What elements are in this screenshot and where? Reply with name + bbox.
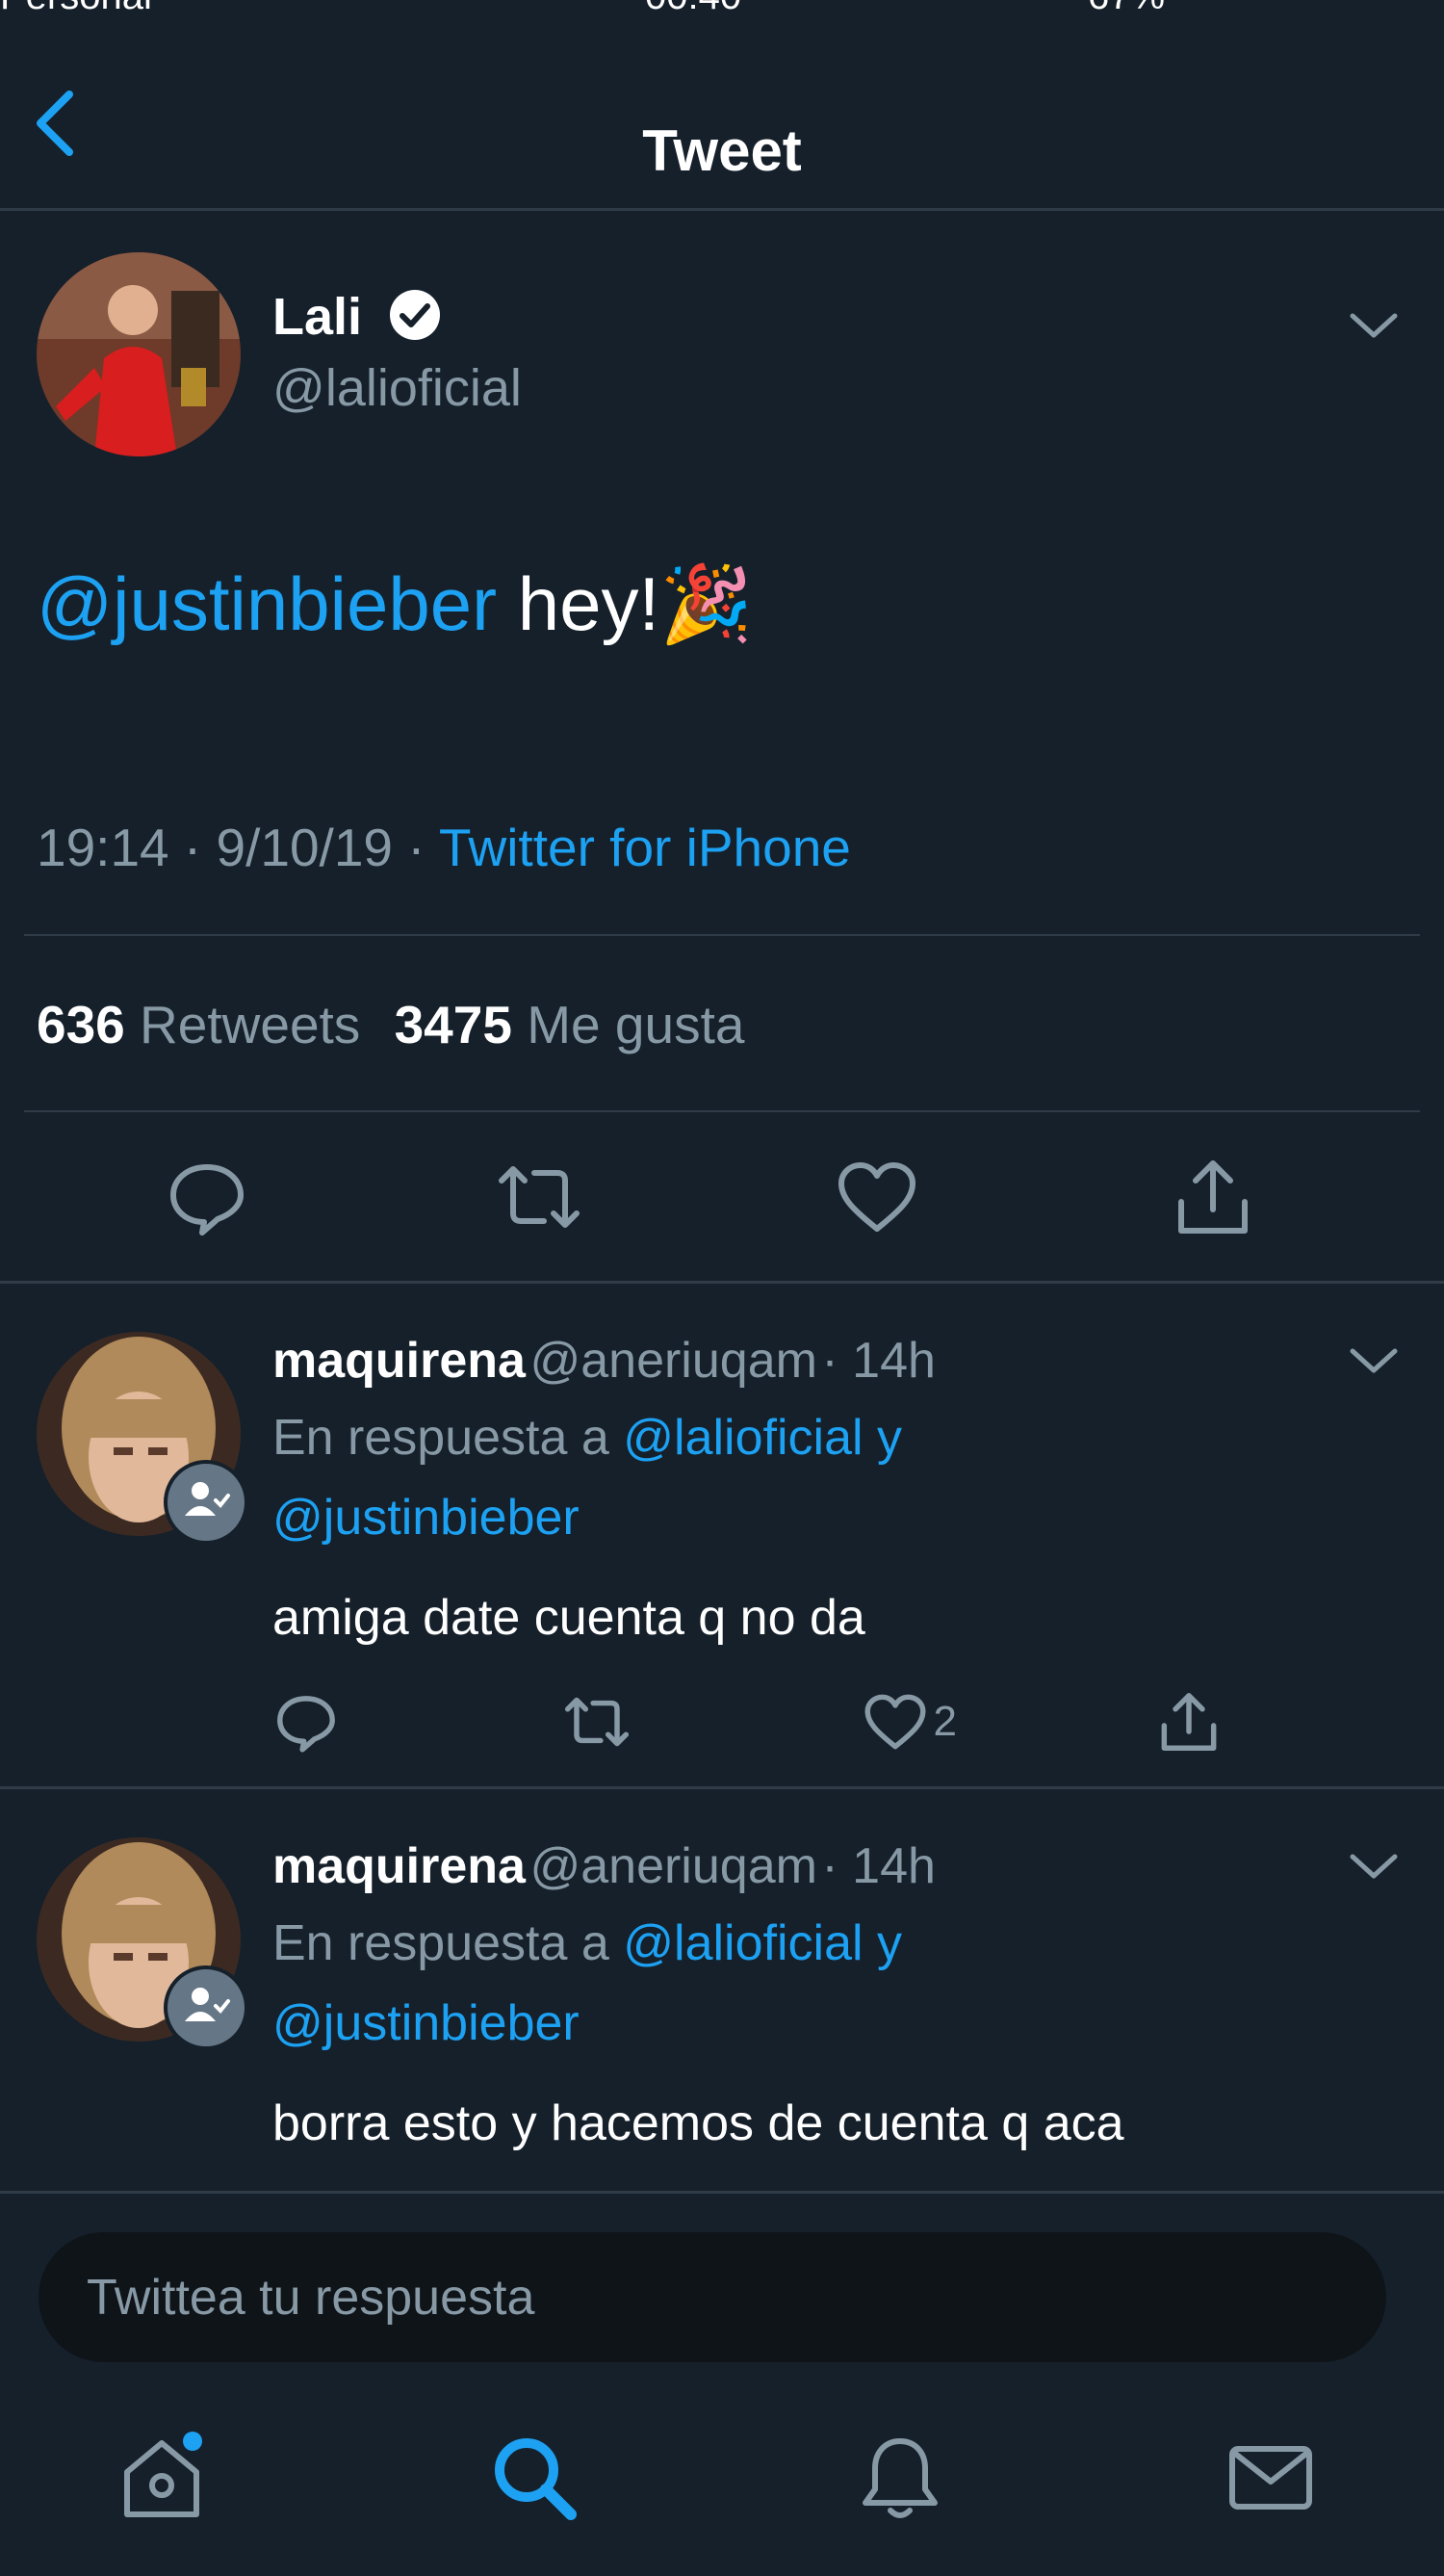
reply-like-button[interactable]: 2 [862,1688,957,1756]
reply-context-link-1[interactable]: @lalioficial y [623,1915,902,1971]
tweet-text: hey!🎉 [517,561,754,646]
retweet-button[interactable] [496,1154,582,1240]
likes-label[interactable]: Me gusta [527,995,744,1054]
tab-notifications[interactable] [852,2430,948,2526]
reply-reply-button[interactable] [272,1688,340,1756]
clock-label: 00:40 [645,0,741,18]
reply-time: · 14h [821,1838,936,1894]
reply-icon [170,1164,244,1236]
reply-button[interactable] [164,1154,250,1240]
reply-context-prefix: En respuesta a [272,1915,609,1971]
notifications-icon [863,2438,938,2518]
divider [24,934,1420,936]
tab-home[interactable] [114,2430,210,2526]
reply-item[interactable]: maquirena @aneriuqam · 14h En respuesta … [0,1284,1444,1784]
tweet-source-link[interactable]: Twitter for iPhone [439,818,851,877]
chevron-down-icon [1350,1854,1398,1879]
like-icon [838,1162,915,1232]
battery-label: 67% [1088,0,1165,18]
likes-count[interactable]: 3475 [395,995,512,1054]
like-button[interactable] [834,1154,920,1240]
reply-author-handle[interactable]: @aneriuqam [529,1838,817,1894]
follow-icon [185,1988,230,2021]
tweet-menu-button[interactable] [1345,306,1403,345]
reply-composer[interactable]: Twittea tu respuesta [39,2232,1386,2362]
reply-author-name[interactable]: maquirena [272,1838,526,1894]
nav-header: Tweet [0,39,1444,211]
share-icon [1178,1160,1248,1234]
reply-item[interactable]: maquirena @aneriuqam · 14h En respuesta … [0,1789,1444,2191]
share-button[interactable] [1170,1154,1256,1240]
follow-badge [164,1965,248,2050]
tweet-meta: 19:14 · 9/10/19 · Twitter for iPhone [37,817,851,878]
bottom-area: Twittea tu respuesta [0,2191,1444,2576]
reply-share-button[interactable] [1155,1688,1223,1756]
reply-menu-button[interactable] [1345,1847,1403,1886]
retweets-count[interactable]: 636 [37,995,125,1054]
author-avatar[interactable] [37,252,241,456]
status-bar: Personal 00:40 67% [0,0,1444,21]
reply-context: En respuesta a @lalioficial y [272,1409,902,1467]
reply-time: · 14h [821,1333,936,1389]
reply-retweet-button[interactable] [563,1688,631,1756]
page-title: Tweet [642,118,802,183]
reply-author-name[interactable]: maquirena [272,1333,526,1389]
follow-icon [185,1482,230,1516]
reply-context-prefix: En respuesta a [272,1410,609,1466]
reply-context-link-1[interactable]: @lalioficial y [623,1410,902,1466]
author-handle[interactable]: @lalioficial [272,358,522,418]
divider [24,1110,1420,1112]
messages-icon [1229,2446,1312,2510]
tweet-mention-link[interactable]: @justinbieber [37,561,497,646]
retweet-icon [564,1697,630,1747]
reply-composer-placeholder: Twittea tu respuesta [87,2270,535,2326]
reply-text: amiga date cuenta q no da [272,1590,865,1646]
reply-context-link-2[interactable]: @justinbieber [272,1489,580,1547]
reply-icon [277,1696,335,1753]
reply-context-link-2[interactable]: @justinbieber [272,1994,580,2052]
search-icon [495,2438,577,2520]
reply-text: borra esto y hacemos de cuenta q aca [272,2095,1124,2151]
like-icon [864,1694,926,1750]
chevron-down-icon [1350,313,1398,338]
tweet-body: @justinbieber hey!🎉 [37,560,753,649]
author-name: Lali [272,288,363,346]
reply-header: maquirena @aneriuqam · 14h [272,1837,936,1895]
reply-author-handle[interactable]: @aneriuqam [529,1333,817,1389]
tab-messages[interactable] [1223,2430,1319,2526]
retweets-label[interactable]: Retweets [140,995,360,1054]
reply-like-count: 2 [933,1698,957,1745]
follow-badge [164,1460,248,1545]
carrier-label: Personal [0,0,152,18]
share-icon [1161,1693,1217,1751]
reply-menu-button[interactable] [1345,1341,1403,1380]
home-icon [124,2432,202,2517]
verified-badge-icon [387,287,443,343]
reply-header: maquirena @aneriuqam · 14h [272,1332,936,1390]
tweet-timestamp: 19:14 · 9/10/19 · [37,818,425,877]
reply-context: En respuesta a @lalioficial y [272,1914,902,1972]
tab-search[interactable] [486,2430,582,2526]
tweet-stats: 636 Retweets 3475 Me gusta [37,994,744,1055]
retweet-icon [499,1166,580,1228]
chevron-down-icon [1350,1348,1398,1373]
